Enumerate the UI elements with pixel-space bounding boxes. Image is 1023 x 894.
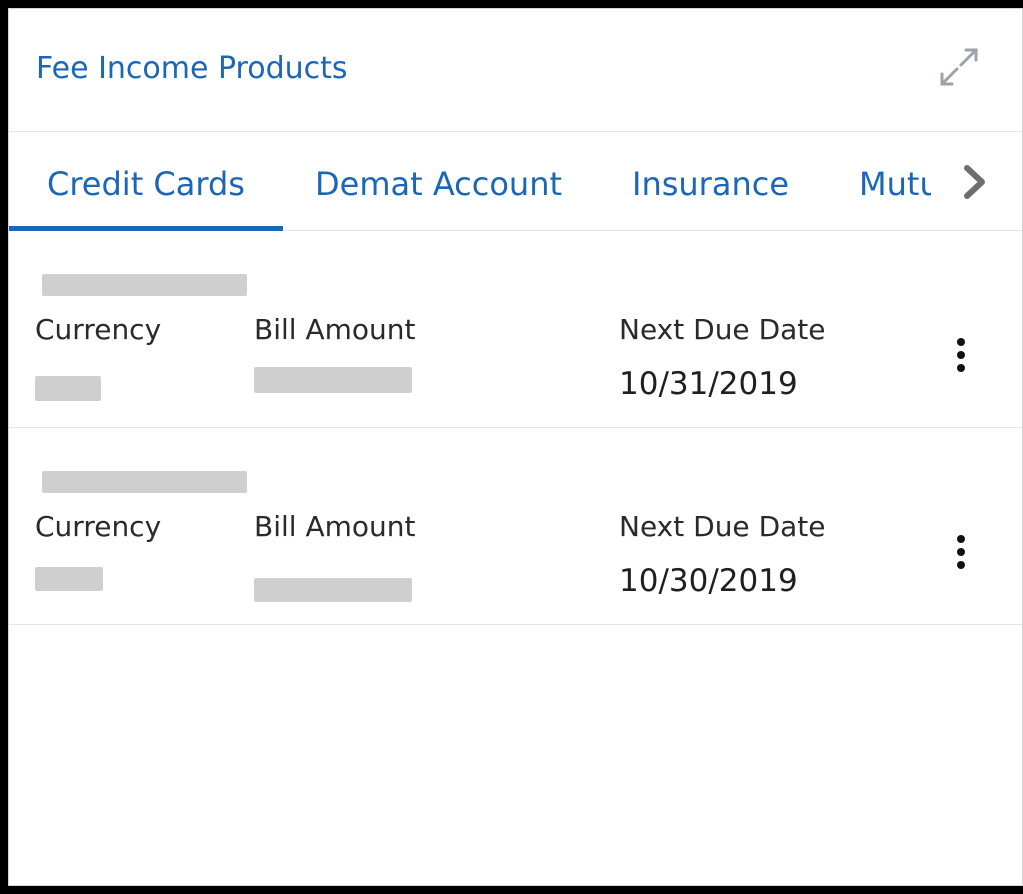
- bill-amount-label: Bill Amount: [254, 313, 416, 346]
- tab-demat-account[interactable]: Demat Account: [315, 132, 562, 230]
- list-item[interactable]: Currency Bill Amount Next Due Date 10/31…: [9, 231, 1022, 428]
- kebab-menu-icon[interactable]: [949, 335, 973, 385]
- redacted-card-name: [42, 471, 247, 493]
- tabs-next-button[interactable]: [955, 160, 995, 204]
- tab-mutual-funds[interactable]: Mutual Funds: [859, 132, 931, 230]
- kebab-menu-icon[interactable]: [949, 532, 973, 582]
- currency-label: Currency: [35, 313, 162, 346]
- widget-title: Fee Income Products: [36, 51, 348, 86]
- window-frame: Fee Income Products Credit Cards Demat A…: [0, 0, 1023, 894]
- list-item[interactable]: Currency Bill Amount Next Due Date 10/30…: [9, 428, 1022, 625]
- product-tabs: Credit Cards Demat Account Insurance Mut…: [9, 132, 1022, 231]
- tab-clip-area: Mutual Funds: [859, 132, 931, 230]
- next-due-date-value: 10/31/2019: [619, 366, 798, 402]
- expand-icon[interactable]: [937, 45, 981, 89]
- redacted-currency: [35, 567, 103, 591]
- currency-label: Currency: [35, 510, 162, 543]
- next-due-date-label: Next Due Date: [619, 313, 826, 346]
- fee-income-products-widget: Fee Income Products Credit Cards Demat A…: [8, 8, 1023, 886]
- tab-insurance[interactable]: Insurance: [632, 132, 789, 230]
- redacted-currency: [35, 376, 101, 401]
- redacted-bill-amount: [254, 578, 412, 602]
- chevron-right-icon: [964, 165, 985, 199]
- next-due-date-value: 10/30/2019: [619, 563, 798, 599]
- tab-credit-cards[interactable]: Credit Cards: [9, 132, 283, 231]
- redacted-bill-amount: [254, 367, 412, 393]
- bill-amount-label: Bill Amount: [254, 510, 416, 543]
- redacted-card-name: [42, 274, 247, 296]
- next-due-date-label: Next Due Date: [619, 510, 826, 543]
- widget-header: Fee Income Products: [9, 9, 1022, 132]
